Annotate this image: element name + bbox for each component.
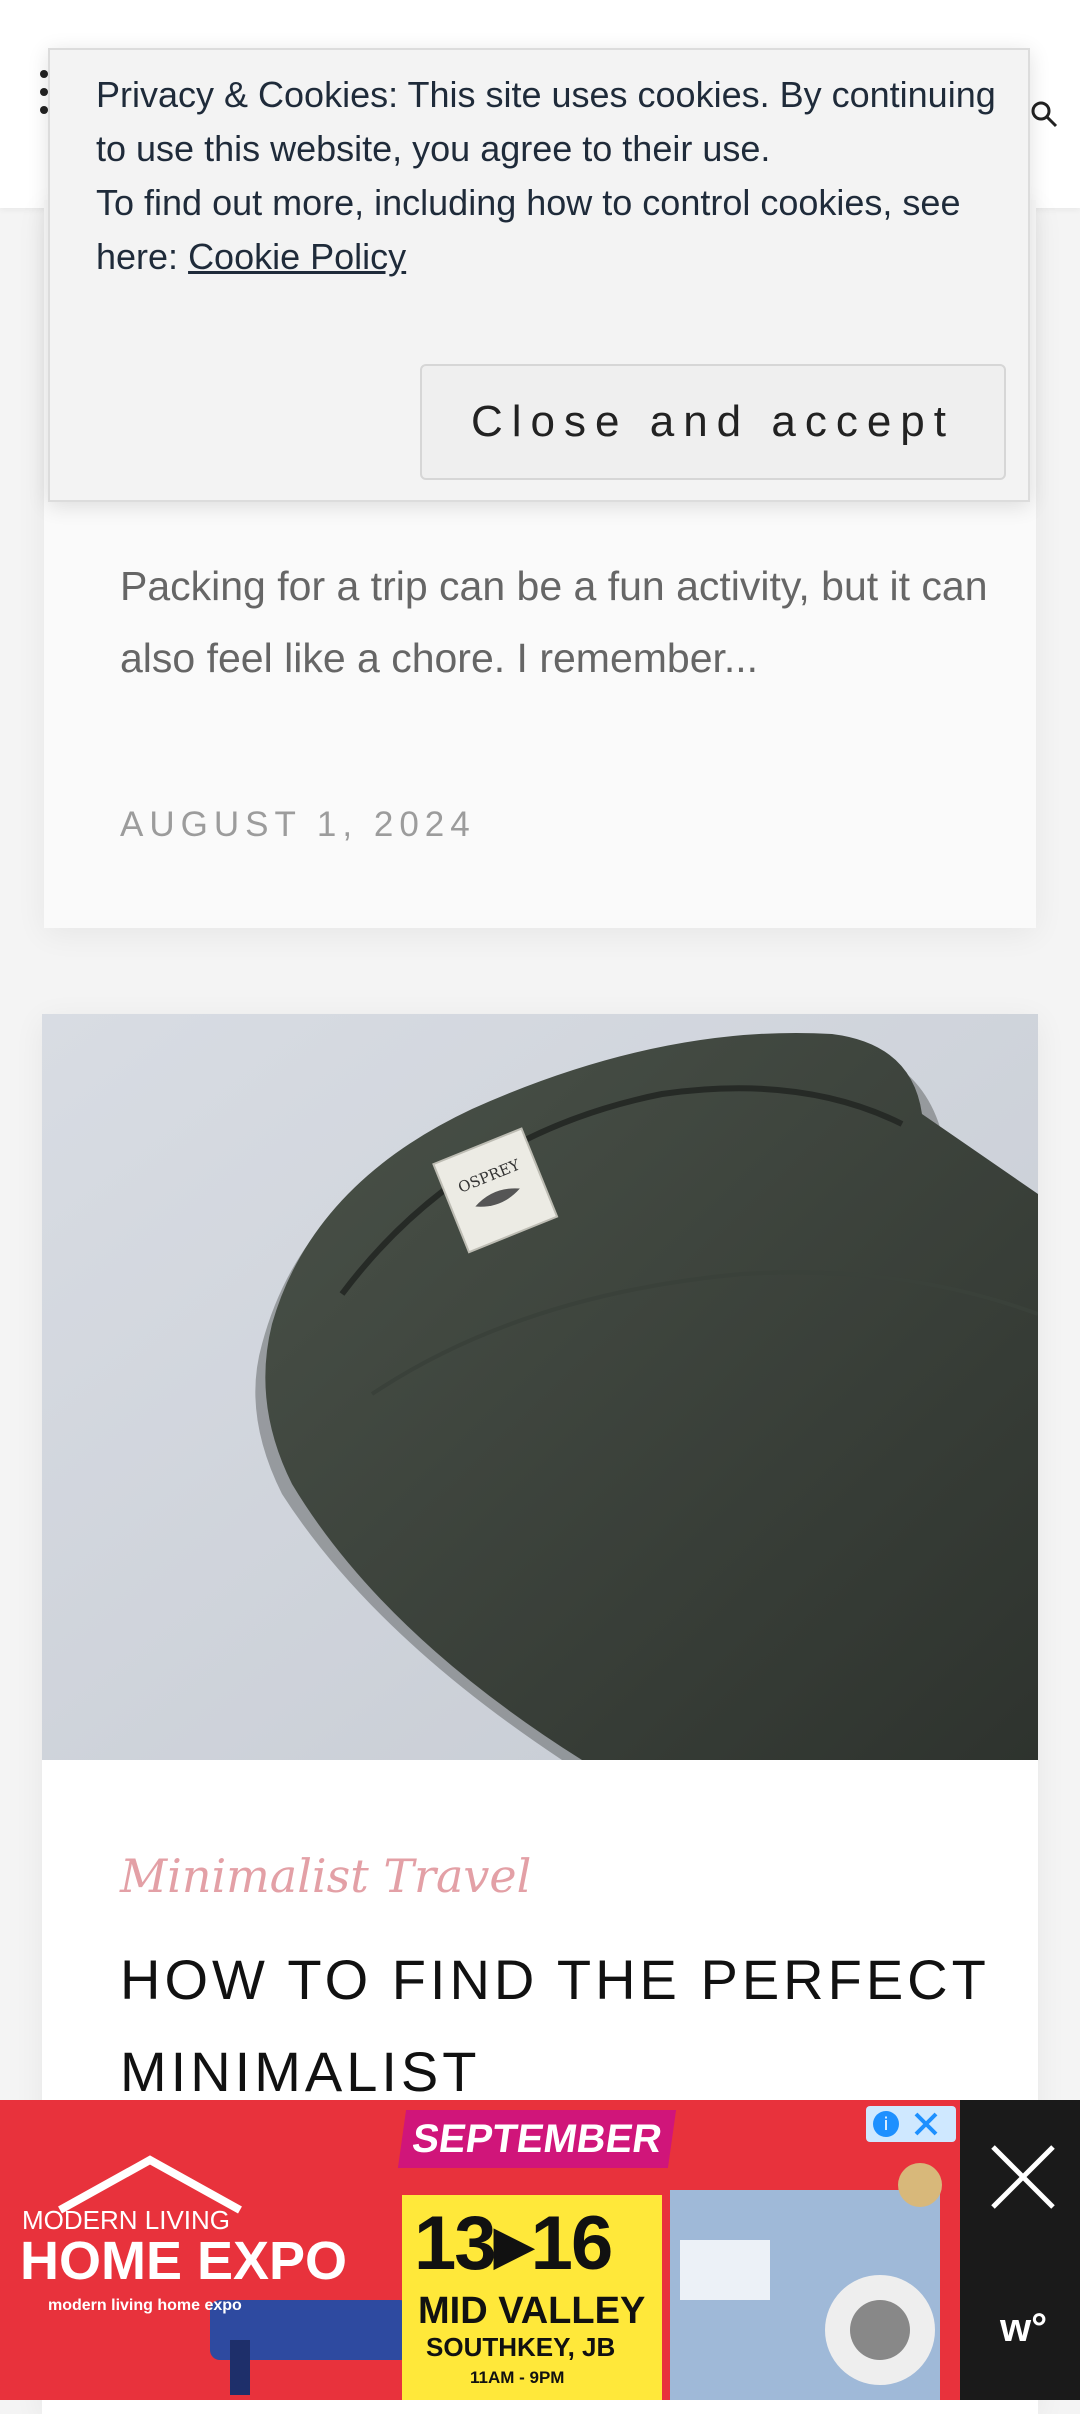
ad-brand-main: HOME EXPO — [20, 2231, 348, 2291]
ad-hours: 11AM - 9PM — [470, 2368, 565, 2387]
post-category[interactable]: Minimalist Travel — [120, 1849, 531, 1903]
close-icon[interactable] — [988, 2142, 1058, 2212]
post-date: AUGUST 1, 2024 — [120, 805, 476, 844]
ad-dates: 13▸16 — [414, 2201, 613, 2286]
close-and-accept-button[interactable]: Close and accept — [420, 364, 1006, 480]
ad-choices-icon[interactable]: i — [866, 2106, 956, 2142]
search-icon[interactable] — [1030, 100, 1058, 128]
cookie-policy-link[interactable]: Cookie Policy — [188, 236, 406, 277]
post-excerpt: Packing for a trip can be a fun activity… — [120, 563, 988, 681]
cookie-text: Privacy & Cookies: This site uses cookie… — [96, 68, 996, 284]
cookie-message: Privacy & Cookies: This site uses cookie… — [96, 74, 996, 169]
post-title[interactable]: HOW TO FIND THE PERFECT MINIMALIST — [120, 1934, 1000, 2118]
ad-month: SEPTEMBER — [397, 2110, 677, 2168]
ad-network-logo-icon: w° — [1000, 2306, 1048, 2350]
ad-location: SOUTHKEY, JB — [426, 2332, 616, 2362]
ad-venue: MID VALLEY — [418, 2290, 646, 2332]
ad-brand-sub: modern living home expo — [48, 2297, 242, 2314]
svg-text:i: i — [883, 2114, 888, 2135]
post-hero-image[interactable]: OSPREY — [42, 1014, 1038, 1760]
cookie-banner: Privacy & Cookies: This site uses cookie… — [48, 48, 1030, 502]
